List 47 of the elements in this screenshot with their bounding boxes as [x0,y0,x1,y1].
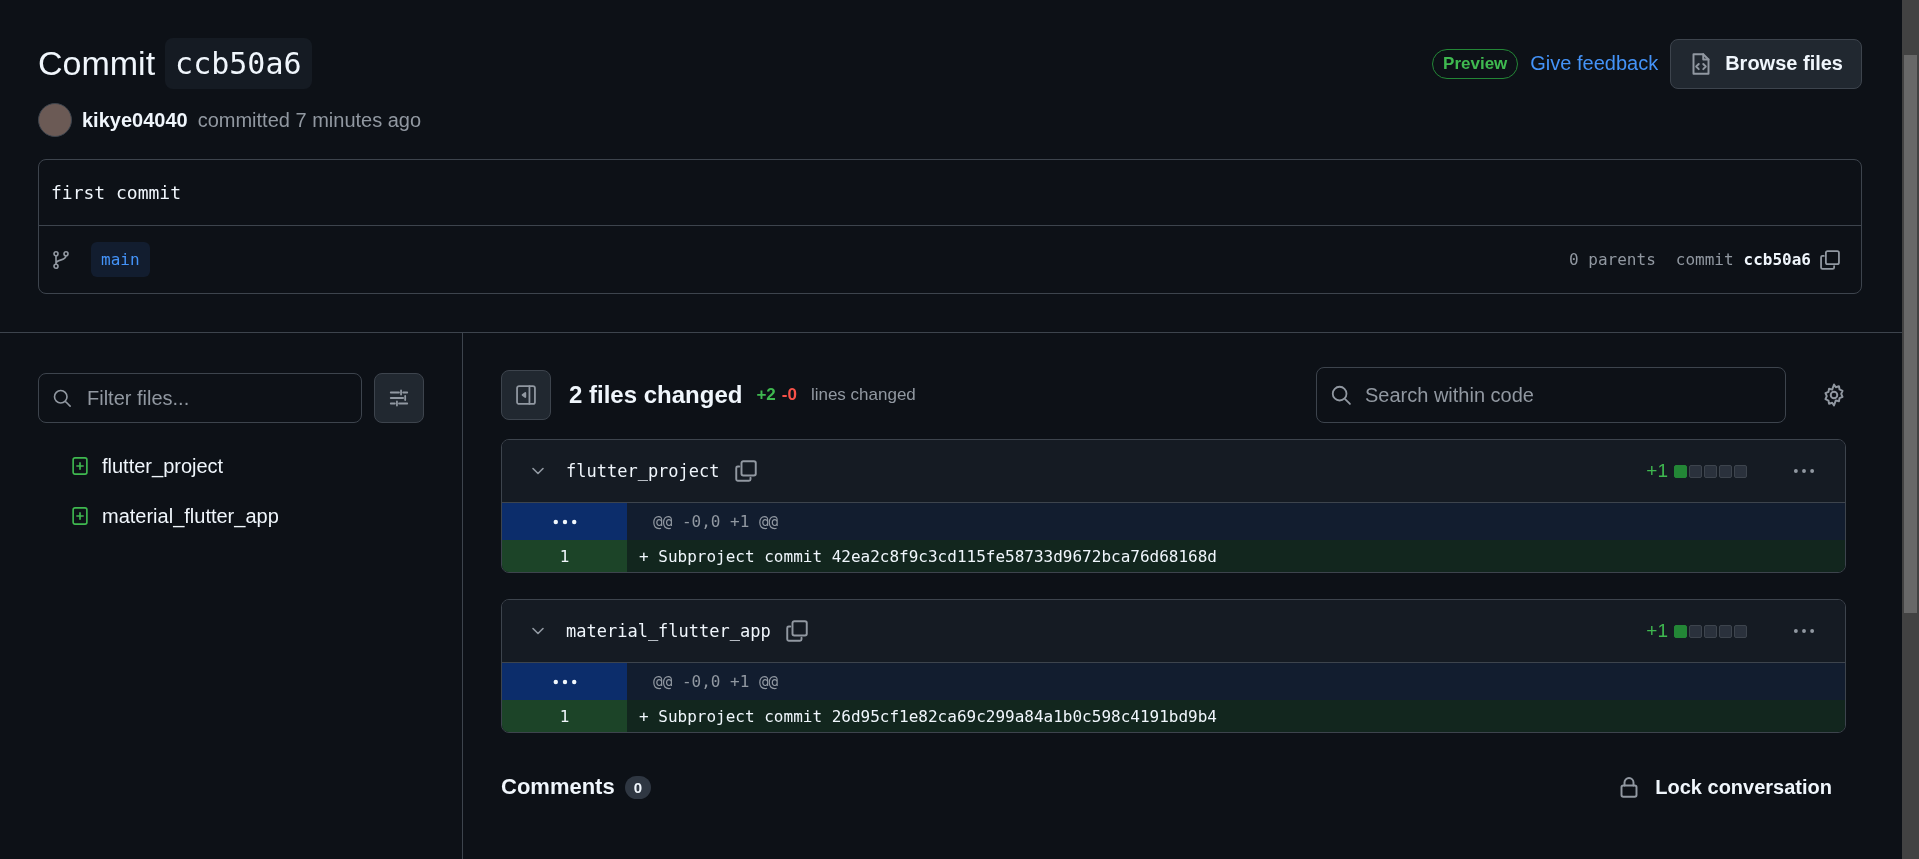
file-added-icon [70,456,90,476]
file-added-icon [70,506,90,526]
sliders-icon [388,387,410,409]
scrollbar[interactable] [1902,0,1919,859]
commit-sha: ccb50a6 [165,38,312,89]
commit-sha: ccb50a6 [1743,250,1811,269]
file-name: flutter_project [566,461,720,481]
page-title: Commit [38,44,156,83]
file-tree-item[interactable]: flutter_project [38,441,424,491]
feedback-link[interactable]: Give feedback [1530,52,1659,75]
comment-count: 0 [624,775,652,799]
line-number: 1 [502,540,627,572]
copy-icon[interactable] [1819,248,1841,271]
additions-count: +1 [1646,620,1668,642]
line-number: 1 [502,700,627,732]
lines-changed-label: lines changed [810,385,916,405]
hunk-header: @@ -0,0 +1 @@ [627,503,1845,540]
search-icon [52,388,72,408]
parents-count: 0 parents [1569,250,1656,269]
copy-icon[interactable] [733,459,758,483]
settings-icon[interactable] [1822,383,1846,407]
browse-files-button[interactable]: Browse files [1670,38,1862,89]
file-tree-item[interactable]: material_flutter_app [38,491,424,541]
sidebar-toggle-button[interactable] [501,370,551,420]
panel-icon [515,384,537,406]
comments-title: Comments [501,774,615,800]
commit-message: first commit [39,160,1861,226]
deletions-count: -0 [781,385,797,405]
files-changed-title: 2 files changed [569,381,743,409]
author-link[interactable]: kikye04040 [82,108,188,132]
lock-conversation-button[interactable]: Lock conversation [1603,769,1846,805]
commit-label: commit [1675,250,1734,269]
additions-count: +2 [756,385,776,405]
hunk-header: @@ -0,0 +1 @@ [627,663,1845,700]
commit-time: committed 7 minutes ago [197,108,422,132]
file-name: material_flutter_app [566,621,771,641]
code-search-field[interactable]: Search within code [1316,367,1786,423]
filter-options-button[interactable] [374,373,424,423]
avatar[interactable] [38,103,72,137]
dots-icon [552,518,577,525]
dots-icon [552,678,577,685]
filter-field[interactable]: Filter files... [38,373,362,423]
branch-label[interactable]: main [91,242,150,277]
search-icon [1330,384,1352,406]
additions-count: +1 [1646,460,1668,482]
copy-icon[interactable] [784,619,809,643]
branch-icon [51,249,71,270]
